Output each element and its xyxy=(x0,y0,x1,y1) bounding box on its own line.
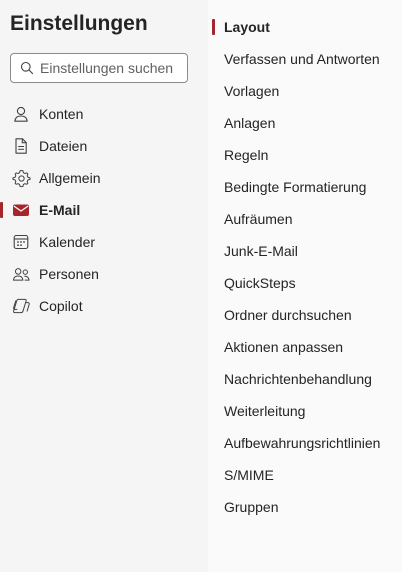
nav-item-personen[interactable]: Personen xyxy=(0,258,208,290)
submenu-item-aufraeumen[interactable]: Aufräumen xyxy=(208,203,402,235)
submenu-item-quicksteps[interactable]: QuickSteps xyxy=(208,267,402,299)
mail-icon xyxy=(11,200,31,220)
submenu-item-label: Bedingte Formatierung xyxy=(224,179,367,195)
nav-item-dateien[interactable]: Dateien xyxy=(0,130,208,162)
submenu-item-label: Junk-E-Mail xyxy=(224,243,298,259)
submenu-item-label: Nachrichtenbehandlung xyxy=(224,371,372,387)
selection-indicator xyxy=(0,202,3,218)
nav-item-label: E-Mail xyxy=(39,202,81,218)
nav-item-label: Dateien xyxy=(39,138,88,154)
gear-icon xyxy=(11,168,31,188)
submenu-item-label: Verfassen und Antworten xyxy=(224,51,380,67)
submenu-item-aufbewahrungsrichtlinien[interactable]: Aufbewahrungsrichtlinien xyxy=(208,427,402,459)
submenu-item-vorlagen[interactable]: Vorlagen xyxy=(208,75,402,107)
submenu-item-label: Anlagen xyxy=(224,115,276,131)
submenu-item-label: Aktionen anpassen xyxy=(224,339,344,355)
submenu-item-label: QuickSteps xyxy=(224,275,296,291)
person-icon xyxy=(11,104,31,124)
submenu-item-label: Aufbewahrungsrichtlinien xyxy=(224,435,381,451)
submenu-item-label: Regeln xyxy=(224,147,269,163)
submenu-item-smime[interactable]: S/MIME xyxy=(208,459,402,491)
submenu-item-label: Layout xyxy=(224,19,270,35)
nav-item-konten[interactable]: Konten xyxy=(0,98,208,130)
page-title: Einstellungen xyxy=(10,12,148,35)
settings-nav: Konten Dateien Allgemein E-Mail Kalender… xyxy=(0,98,208,322)
people-icon xyxy=(11,264,31,284)
nav-item-label: Konten xyxy=(39,106,84,122)
submenu-item-junk-email[interactable]: Junk-E-Mail xyxy=(208,235,402,267)
submenu-item-nachrichtenbehandlung[interactable]: Nachrichtenbehandlung xyxy=(208,363,402,395)
submenu-item-label: Weiterleitung xyxy=(224,403,306,419)
nav-item-copilot[interactable]: Copilot xyxy=(0,290,208,322)
document-icon xyxy=(11,136,31,156)
submenu-item-ordner-durchsuchen[interactable]: Ordner durchsuchen xyxy=(208,299,402,331)
selection-indicator xyxy=(212,19,215,35)
nav-item-label: Allgemein xyxy=(39,170,101,186)
search-box[interactable] xyxy=(10,53,188,83)
submenu-item-anlagen[interactable]: Anlagen xyxy=(208,107,402,139)
calendar-icon xyxy=(11,232,31,252)
submenu-item-aktionen-anpassen[interactable]: Aktionen anpassen xyxy=(208,331,402,363)
submenu-item-label: Ordner durchsuchen xyxy=(224,307,352,323)
submenu-item-label: S/MIME xyxy=(224,467,274,483)
nav-item-kalender[interactable]: Kalender xyxy=(0,226,208,258)
search-input[interactable] xyxy=(40,60,180,76)
submenu-item-label: Aufräumen xyxy=(224,211,293,227)
submenu-item-label: Gruppen xyxy=(224,499,279,515)
settings-sidebar: Einstellungen Konten Dateien Allgemein xyxy=(0,0,208,572)
copilot-icon xyxy=(11,296,31,316)
search-icon xyxy=(20,61,34,75)
email-submenu: Layout Verfassen und Antworten Vorlagen … xyxy=(208,11,402,523)
nav-item-label: Copilot xyxy=(39,298,83,314)
submenu-item-gruppen[interactable]: Gruppen xyxy=(208,491,402,523)
submenu-item-layout[interactable]: Layout xyxy=(208,11,402,43)
nav-item-label: Personen xyxy=(39,266,99,282)
submenu-item-weiterleitung[interactable]: Weiterleitung xyxy=(208,395,402,427)
submenu-item-label: Vorlagen xyxy=(224,83,280,99)
submenu-item-bedingte-formatierung[interactable]: Bedingte Formatierung xyxy=(208,171,402,203)
submenu-item-verfassen[interactable]: Verfassen und Antworten xyxy=(208,43,402,75)
nav-item-label: Kalender xyxy=(39,234,96,250)
nav-item-email[interactable]: E-Mail xyxy=(0,194,208,226)
submenu-item-regeln[interactable]: Regeln xyxy=(208,139,402,171)
nav-item-allgemein[interactable]: Allgemein xyxy=(0,162,208,194)
